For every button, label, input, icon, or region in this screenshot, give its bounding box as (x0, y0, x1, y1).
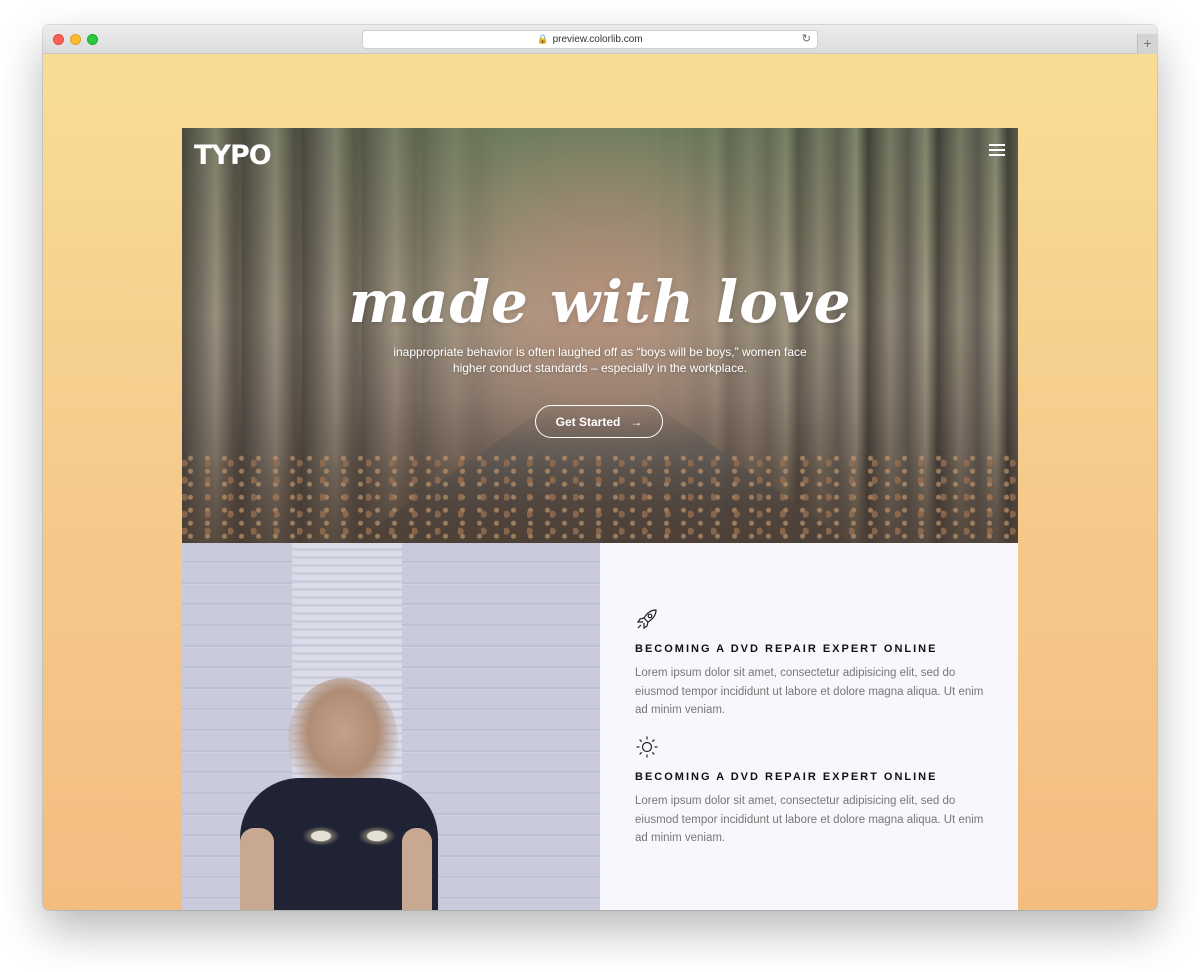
feature-heading: BECOMING A DVD REPAIR EXPERT ONLINE (635, 643, 938, 655)
shirt-eye-print-left (302, 826, 340, 846)
hero-subtitle: inappropriate behavior is often laughed … (393, 345, 807, 375)
shirt-eye-print-right (358, 826, 396, 846)
woman-arm-right (402, 828, 432, 910)
close-window-button[interactable] (53, 34, 64, 45)
page-viewport: TYPO made with love inappropriate behavi… (43, 54, 1157, 910)
browser-toolbar: 🔒 preview.colorlib.com ↻ + (43, 25, 1157, 54)
hero-section: TYPO made with love inappropriate behavi… (182, 128, 1018, 543)
lock-icon: 🔒 (537, 34, 549, 44)
address-bar[interactable]: 🔒 preview.colorlib.com ↻ (362, 30, 818, 49)
maximize-window-button[interactable] (87, 34, 98, 45)
get-started-label: Get Started (555, 414, 621, 429)
features-panel: BECOMING A DVD REPAIR EXPERT ONLINE Lore… (600, 543, 1018, 910)
rocket-icon (636, 609, 657, 630)
feature-text: Lorem ipsum dolor sit amet, consectetur … (635, 795, 984, 844)
woman-figure (240, 678, 440, 910)
site-logo[interactable]: TYPO (194, 140, 272, 171)
feature-text: Lorem ipsum dolor sit amet, consectetur … (635, 667, 984, 716)
feature-heading: BECOMING A DVD REPAIR EXPERT ONLINE (635, 771, 938, 783)
hero-title: made with love (348, 268, 852, 336)
minimize-window-button[interactable] (70, 34, 81, 45)
hero-background-leaves (182, 453, 1018, 543)
browser-window: 🔒 preview.colorlib.com ↻ + TYPO made with… (43, 25, 1157, 910)
woman-photo (182, 543, 600, 910)
sun-icon (636, 736, 658, 758)
arrow-right-icon: → (630, 414, 643, 429)
woman-arm-left (240, 828, 274, 910)
new-tab-button[interactable]: + (1137, 34, 1157, 54)
hamburger-menu-icon[interactable] (989, 144, 1005, 156)
url-text: preview.colorlib.com (552, 34, 643, 45)
reload-icon[interactable]: ↻ (802, 31, 811, 48)
feature-item: BECOMING A DVD REPAIR EXPERT ONLINE Lore… (635, 607, 985, 720)
get-started-button[interactable]: Get Started → (535, 405, 663, 438)
feature-item: BECOMING A DVD REPAIR EXPERT ONLINE Lore… (635, 735, 985, 848)
